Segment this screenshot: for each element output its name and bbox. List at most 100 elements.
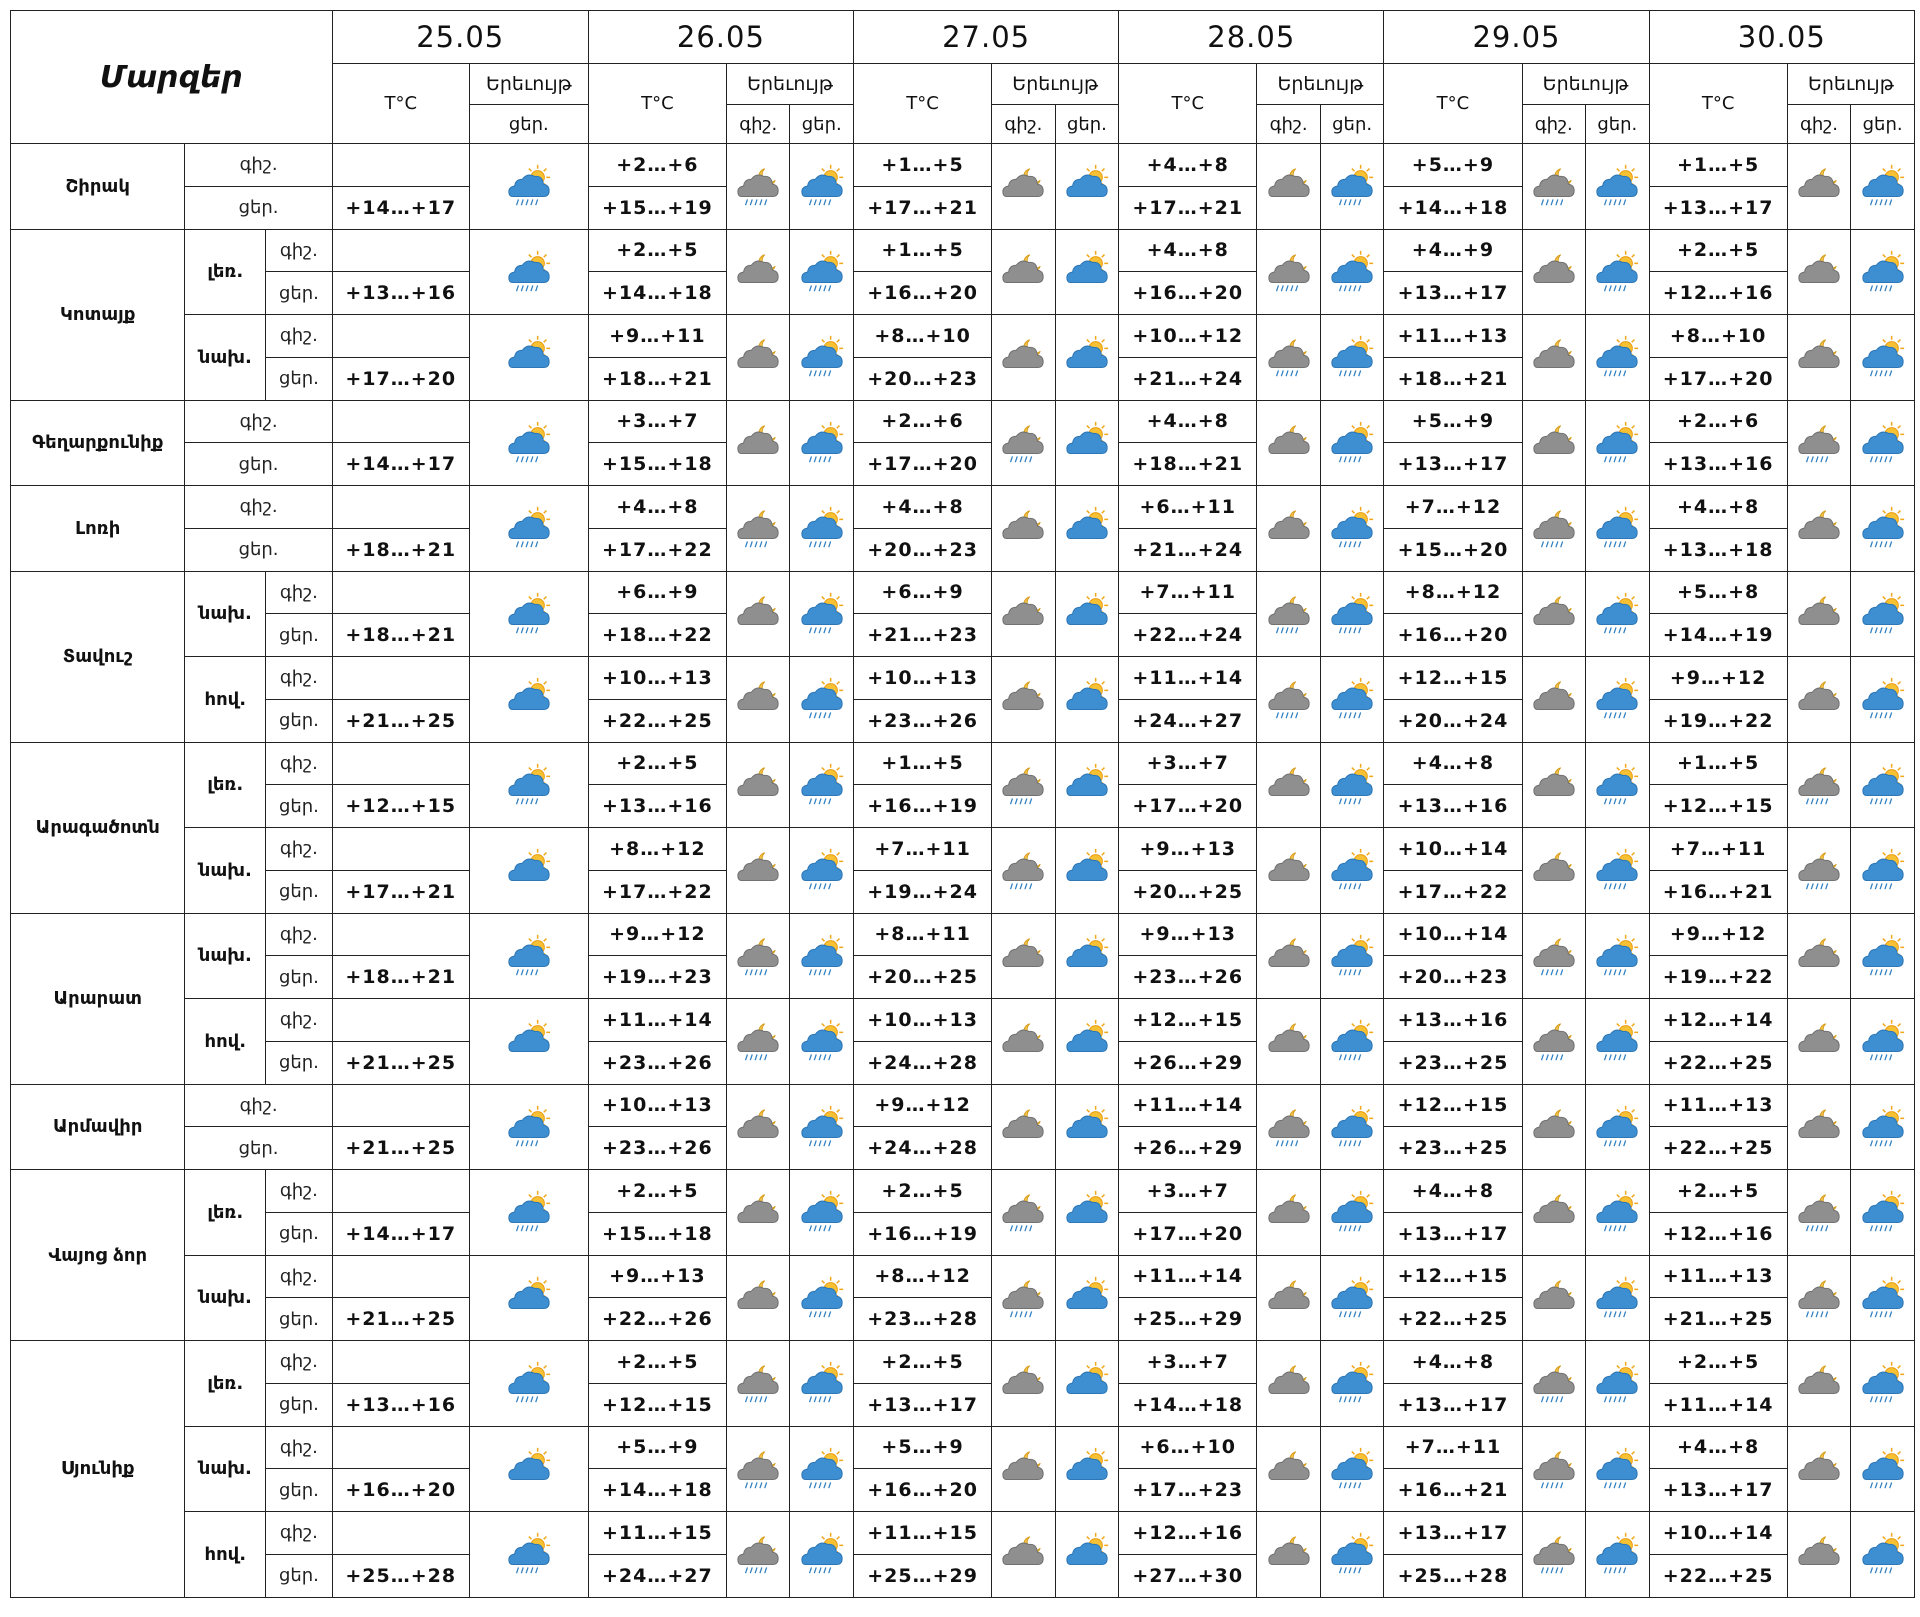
rain-cloud-sun-icon bbox=[1596, 165, 1639, 206]
cloud-moon-icon bbox=[1798, 1451, 1840, 1480]
night-temperature: +5…+9 bbox=[587, 1425, 727, 1470]
day-temperature: +23…+26 bbox=[587, 1126, 727, 1170]
cloud-moon-icon bbox=[1798, 339, 1840, 369]
rain-cloud-sun-icon bbox=[801, 1191, 843, 1232]
day-temperature: +27…+30 bbox=[1118, 1553, 1258, 1598]
cloud-moon-icon bbox=[737, 1280, 779, 1309]
day-temperature: +23…+25 bbox=[1383, 1126, 1523, 1170]
night-temperature: +1…+5 bbox=[1648, 741, 1788, 786]
cloud-moon-icon bbox=[737, 1109, 779, 1138]
weather-cell bbox=[1585, 1083, 1650, 1170]
day-temperature: +17…+20 bbox=[1118, 784, 1258, 828]
cloud-moon-icon bbox=[1533, 1023, 1575, 1061]
weather-cell bbox=[1319, 228, 1385, 315]
day-temperature: +14…+18 bbox=[587, 1468, 727, 1512]
region-name: Կոտայք bbox=[9, 228, 186, 401]
cloud-moon-icon bbox=[1533, 1536, 1575, 1574]
cloud-moon-icon bbox=[1002, 938, 1045, 967]
day-temperature: +23…+25 bbox=[1383, 1040, 1523, 1085]
night-temperature: +4…+8 bbox=[587, 485, 727, 529]
day-temperature: +14…+18 bbox=[1118, 1382, 1258, 1427]
rain-cloud-sun-icon bbox=[801, 849, 843, 890]
weather-cell bbox=[1585, 1169, 1650, 1256]
weather-cell bbox=[1585, 314, 1650, 401]
zone-label: լեռ. bbox=[184, 1169, 267, 1256]
night-temperature: +11…+14 bbox=[1118, 1254, 1258, 1299]
night-temperature: +1…+5 bbox=[1648, 143, 1788, 187]
rain-cloud-sun-icon bbox=[1331, 336, 1374, 377]
rain-cloud-sun-icon bbox=[508, 934, 550, 976]
night-temperature: +10…+13 bbox=[587, 1083, 727, 1128]
weather-header: Երեւույթ bbox=[1256, 63, 1385, 105]
weather-cell bbox=[468, 827, 589, 914]
rain-cloud-sun-icon bbox=[1861, 1533, 1904, 1574]
cloud-moon-icon bbox=[737, 938, 779, 976]
weather-cell bbox=[789, 228, 854, 315]
day-temperature: +15…+18 bbox=[587, 1211, 727, 1256]
weather-cell bbox=[1585, 570, 1650, 657]
cloud-moon-icon bbox=[737, 339, 779, 369]
rain-cloud-sun-icon bbox=[1066, 934, 1109, 967]
zone-label: նախ. bbox=[184, 1425, 267, 1512]
temperature-header: T°C bbox=[1648, 63, 1788, 144]
weather-cell bbox=[1850, 228, 1915, 315]
day-label: ցեր. bbox=[184, 442, 333, 486]
day-temperature: +24…+28 bbox=[852, 1126, 993, 1170]
weather-cell bbox=[1256, 1254, 1321, 1341]
day-label: ցեր. bbox=[184, 185, 333, 230]
rain-cloud-sun-icon bbox=[508, 763, 550, 805]
night-temperature: +13…+17 bbox=[1383, 1511, 1523, 1555]
day-temperature: +21…+25 bbox=[331, 1297, 470, 1341]
day-temperature: +22…+24 bbox=[1118, 613, 1258, 657]
rain-cloud-sun-icon bbox=[508, 1533, 550, 1574]
weather-cell bbox=[725, 1340, 791, 1427]
night-temperature: +11…+14 bbox=[1118, 656, 1258, 700]
rain-cloud-sun-icon bbox=[508, 592, 550, 634]
night-label: գիշ. bbox=[265, 228, 333, 273]
weather-cell bbox=[1054, 741, 1120, 828]
night-temperature: +9…+13 bbox=[1118, 912, 1258, 957]
rain-cloud-sun-icon bbox=[1596, 421, 1639, 463]
night-temperature: +6…+10 bbox=[1118, 1425, 1258, 1470]
rain-cloud-sun-icon bbox=[1066, 763, 1109, 796]
weather-cell bbox=[1054, 656, 1120, 743]
cloud-moon-icon bbox=[1267, 1109, 1310, 1147]
weather-cell bbox=[789, 741, 854, 828]
day-label: ցեր. bbox=[265, 698, 333, 743]
night-temperature: +3…+7 bbox=[1118, 1340, 1258, 1384]
empty-cell bbox=[331, 1083, 470, 1128]
night-temperature: +11…+14 bbox=[587, 998, 727, 1042]
rain-cloud-sun-icon bbox=[801, 592, 843, 634]
night-label: գիշ. bbox=[265, 1254, 333, 1299]
weather-cell bbox=[1319, 1169, 1385, 1256]
weather-cell bbox=[1054, 1340, 1120, 1427]
night-temperature: +2…+5 bbox=[587, 228, 727, 273]
day-temperature: +21…+25 bbox=[331, 698, 470, 743]
weather-cell bbox=[1256, 1083, 1321, 1170]
cloud-moon-icon bbox=[737, 767, 779, 796]
cloud-moon-icon bbox=[1267, 1280, 1310, 1309]
temperature-header: T°C bbox=[1118, 63, 1258, 144]
rain-cloud-sun-icon bbox=[508, 165, 550, 206]
night-temperature: +2…+5 bbox=[1648, 228, 1788, 273]
day-label: ցեր. bbox=[265, 784, 333, 828]
weather-cell bbox=[468, 1254, 589, 1341]
rain-cloud-sun-icon bbox=[1596, 1020, 1639, 1061]
rain-cloud-sun-icon bbox=[801, 250, 843, 292]
rain-cloud-sun-icon bbox=[508, 1020, 550, 1053]
night-subheader: գիշ. bbox=[1256, 104, 1321, 144]
empty-cell bbox=[331, 656, 470, 700]
weather-cell bbox=[1521, 912, 1587, 999]
rain-cloud-sun-icon bbox=[1861, 507, 1904, 548]
day-temperature: +13…+17 bbox=[1383, 271, 1523, 315]
day-temperature: +16…+20 bbox=[852, 271, 993, 315]
rain-cloud-sun-icon bbox=[1066, 250, 1109, 283]
weather-cell bbox=[1585, 998, 1650, 1085]
zone-label: լեռ. bbox=[184, 228, 267, 315]
cloud-moon-icon bbox=[737, 510, 779, 548]
day-temperature: +19…+24 bbox=[852, 869, 993, 914]
cloud-moon-icon bbox=[1533, 681, 1575, 711]
rain-cloud-sun-icon bbox=[1596, 1362, 1639, 1403]
day-temperature: +23…+26 bbox=[587, 1040, 727, 1085]
night-temperature: +8…+11 bbox=[852, 912, 993, 957]
